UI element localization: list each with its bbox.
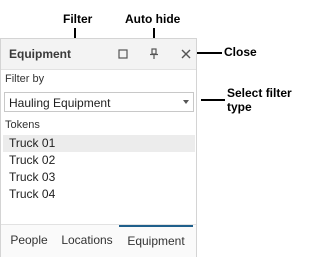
- callout-filter: Filter: [63, 12, 93, 26]
- tokens-label: Tokens: [5, 119, 40, 131]
- tab-locations[interactable]: Locations: [57, 225, 117, 257]
- tab-people[interactable]: People: [3, 225, 55, 257]
- maximize-icon: [118, 49, 128, 59]
- filter-selected-value: Hauling Equipment: [9, 96, 111, 110]
- list-item[interactable]: Truck 03: [3, 169, 195, 186]
- list-item[interactable]: Truck 02: [3, 152, 195, 169]
- tab-bar: People Locations Equipment: [1, 224, 196, 257]
- tab-equipment[interactable]: Equipment: [119, 225, 193, 257]
- callout-select-filter-type-line2: type: [227, 100, 252, 114]
- list-item[interactable]: Truck 01: [3, 135, 195, 152]
- callout-auto-hide: Auto hide: [125, 12, 181, 26]
- chevron-down-icon: [183, 100, 189, 104]
- maximize-button[interactable]: [115, 46, 131, 62]
- equipment-panel: Equipment Filter by Hauling Equipment To…: [0, 38, 197, 257]
- filter-type-dropdown[interactable]: Hauling Equipment: [4, 92, 194, 112]
- panel-title: Equipment: [9, 47, 71, 61]
- close-button[interactable]: [178, 46, 194, 62]
- callout-select-filter-type-line1: Select filter: [227, 86, 292, 100]
- callout-close: Close: [224, 45, 257, 59]
- close-icon: [181, 49, 191, 59]
- filter-label: Filter by: [5, 73, 45, 85]
- callout-select-filter-type: Select filter type: [227, 86, 292, 114]
- token-list: Truck 01 Truck 02 Truck 03 Truck 04: [3, 135, 195, 203]
- list-item[interactable]: Truck 04: [3, 186, 195, 203]
- pin-icon: [150, 48, 158, 59]
- panel-header: Equipment: [1, 39, 196, 70]
- auto-hide-button[interactable]: [146, 46, 162, 62]
